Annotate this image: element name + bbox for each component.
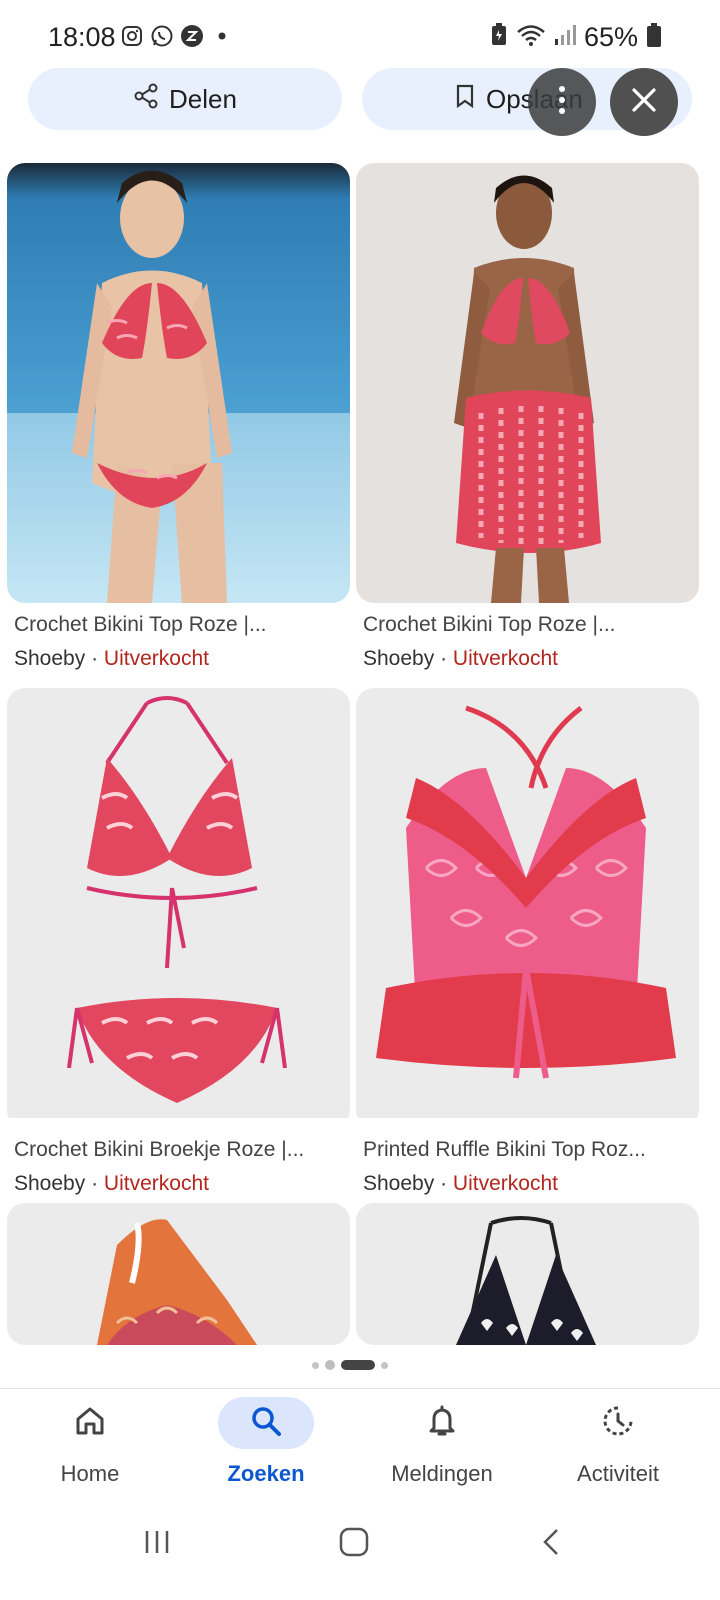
battery-saver-icon bbox=[490, 23, 508, 52]
home-icon bbox=[73, 1404, 107, 1443]
home-system-button[interactable] bbox=[324, 1514, 384, 1574]
system-navigation-bar bbox=[0, 1496, 720, 1600]
bell-icon bbox=[425, 1404, 459, 1443]
notification-icons bbox=[120, 24, 234, 48]
home-system-icon bbox=[338, 1526, 370, 1563]
nav-home[interactable]: Home bbox=[0, 1389, 180, 1497]
nav-label: Meldingen bbox=[391, 1461, 493, 1486]
recents-icon bbox=[142, 1527, 172, 1562]
whatsapp-icon bbox=[150, 24, 174, 48]
nav-notifications[interactable]: Meldingen bbox=[352, 1389, 532, 1497]
result-meta: Shoeby · Uitverkocht bbox=[363, 647, 558, 671]
carousel-indicator bbox=[312, 1360, 388, 1370]
store-name: Shoeby bbox=[14, 1172, 86, 1195]
bottom-navigation: Home Zoeken Meldingen Activiteit bbox=[0, 1388, 720, 1497]
share-button[interactable]: Delen bbox=[28, 68, 342, 130]
more-options-button[interactable] bbox=[528, 68, 596, 136]
activity-icon bbox=[601, 1404, 635, 1443]
pager-dot bbox=[312, 1361, 319, 1369]
nav-label: Activiteit bbox=[577, 1461, 659, 1486]
stock-status: Uitverkocht bbox=[103, 1172, 209, 1195]
stock-status: Uitverkocht bbox=[452, 647, 558, 670]
nav-search[interactable]: Zoeken bbox=[176, 1389, 356, 1497]
product-image[interactable] bbox=[356, 1203, 699, 1345]
bookmark-icon bbox=[454, 83, 476, 116]
result-meta: Shoeby · Uitverkocht bbox=[363, 1172, 558, 1196]
battery-icon bbox=[646, 22, 662, 53]
pager-dot bbox=[325, 1360, 335, 1370]
nav-label: Zoeken bbox=[227, 1461, 305, 1486]
product-image[interactable] bbox=[7, 163, 350, 603]
pager-dot-active bbox=[341, 1360, 375, 1370]
stock-status: Uitverkocht bbox=[452, 1172, 558, 1195]
result-meta: Shoeby · Uitverkocht bbox=[14, 1172, 209, 1196]
dot-icon bbox=[210, 24, 234, 48]
product-image[interactable] bbox=[356, 163, 699, 603]
signal-icon bbox=[554, 23, 576, 52]
result-title[interactable]: Crochet Bikini Broekje Roze |... bbox=[14, 1138, 350, 1162]
back-icon bbox=[537, 1527, 567, 1562]
store-name: Shoeby bbox=[363, 1172, 435, 1195]
share-icon bbox=[133, 83, 159, 116]
result-meta: Shoeby · Uitverkocht bbox=[14, 647, 209, 671]
meta-separator: · bbox=[440, 1172, 448, 1195]
recents-button[interactable] bbox=[127, 1514, 187, 1574]
more-vert-icon bbox=[557, 85, 567, 120]
back-button[interactable] bbox=[522, 1514, 582, 1574]
nav-icon-container bbox=[394, 1397, 490, 1449]
product-image[interactable] bbox=[356, 688, 699, 1128]
store-name: Shoeby bbox=[14, 647, 86, 670]
pager-dot bbox=[381, 1361, 388, 1369]
nav-label: Home bbox=[60, 1461, 120, 1486]
meta-separator: · bbox=[91, 1172, 99, 1195]
nav-icon-container bbox=[570, 1397, 666, 1449]
share-label: Delen bbox=[169, 83, 237, 114]
search-icon bbox=[249, 1404, 283, 1443]
nav-icon-container bbox=[218, 1397, 314, 1449]
result-title[interactable]: Printed Ruffle Bikini Top Roz... bbox=[363, 1138, 699, 1162]
close-button[interactable] bbox=[610, 68, 678, 136]
meta-separator: · bbox=[440, 647, 448, 670]
system-status: 65% bbox=[490, 22, 662, 53]
result-card-partial[interactable] bbox=[356, 1203, 699, 1345]
stock-status: Uitverkocht bbox=[103, 647, 209, 670]
nav-activity[interactable]: Activiteit bbox=[528, 1389, 708, 1497]
result-title[interactable]: Crochet Bikini Top Roze |... bbox=[363, 613, 699, 637]
result-title[interactable]: Crochet Bikini Top Roze |... bbox=[14, 613, 350, 637]
nav-icon-container bbox=[42, 1397, 138, 1449]
product-image[interactable] bbox=[7, 688, 350, 1128]
close-icon bbox=[631, 87, 657, 118]
instagram-icon bbox=[120, 24, 144, 48]
app-icon bbox=[180, 24, 204, 48]
meta-separator: · bbox=[91, 647, 99, 670]
wifi-icon bbox=[516, 23, 546, 52]
battery-percent: 65% bbox=[583, 22, 638, 52]
store-name: Shoeby bbox=[363, 647, 435, 670]
status-time: 18:08 bbox=[48, 22, 116, 52]
product-image[interactable] bbox=[7, 1203, 350, 1345]
result-card-partial[interactable] bbox=[7, 1203, 350, 1345]
status-bar: 18:08 65% bbox=[0, 0, 720, 70]
